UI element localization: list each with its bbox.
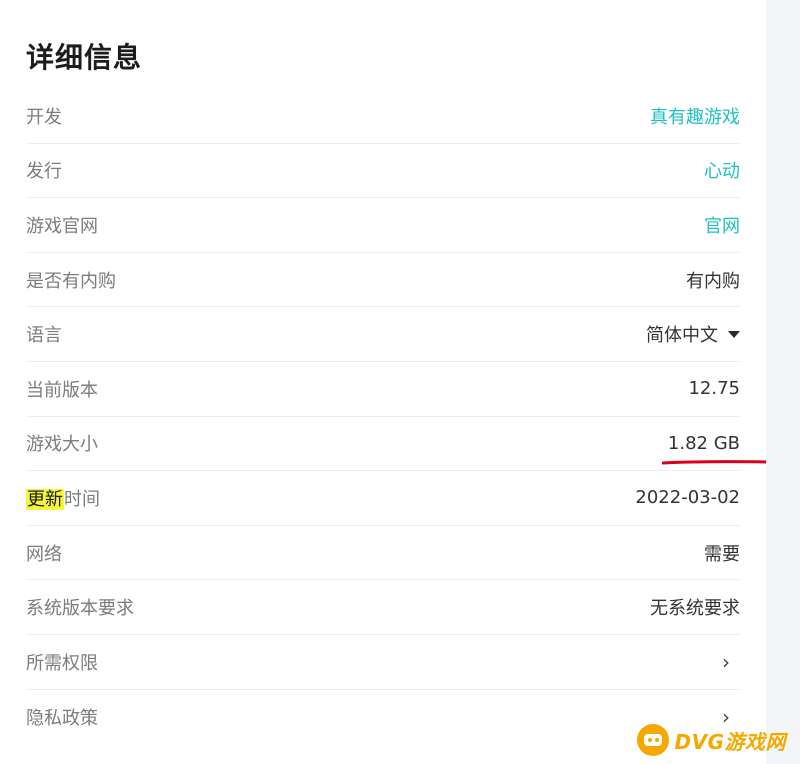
watermark-text: DVG游戏网: [674, 729, 786, 754]
row-label: 开发: [26, 106, 62, 128]
gamepad-icon: [636, 724, 669, 756]
caret-down-icon: [728, 330, 740, 338]
row-label: 游戏大小: [26, 434, 98, 456]
version-value: 12.75: [688, 378, 740, 400]
in-app-purchase-value: 有内购: [686, 270, 740, 292]
developer-link[interactable]: 真有趣游戏: [650, 103, 740, 129]
row-privacy-policy[interactable]: 隐私政策 ›: [26, 690, 740, 745]
update-time-value: 2022-03-02: [635, 487, 740, 509]
system-requirement-value: 无系统要求: [650, 598, 740, 620]
row-label: 网络: [26, 543, 62, 565]
row-version: 当前版本 12.75: [26, 362, 740, 417]
details-list: 开发 真有趣游戏 发行 心动 游戏官网 官网 是否有内购 有内购 语言 简体中文…: [26, 89, 740, 744]
row-in-app-purchase: 是否有内购 有内购: [26, 253, 740, 308]
network-value: 需要: [704, 543, 740, 565]
row-label: 游戏官网: [26, 215, 98, 237]
game-size-value: 1.82 GB: [667, 432, 740, 454]
row-system-requirement: 系统版本要求 无系统要求: [26, 580, 740, 635]
row-publisher: 发行 心动: [26, 144, 740, 199]
red-underline-annotation: [662, 460, 770, 465]
label-rest: 时间: [64, 488, 100, 510]
row-label: 发行: [26, 161, 62, 183]
highlighted-text: 更新: [26, 488, 64, 510]
row-label: 语言: [26, 325, 62, 347]
row-label: 当前版本: [26, 379, 98, 401]
chevron-right-icon[interactable]: ›: [722, 650, 730, 674]
language-dropdown[interactable]: 简体中文: [646, 321, 740, 347]
row-permissions[interactable]: 所需权限 ›: [26, 635, 740, 690]
row-label: 隐私政策: [26, 707, 98, 729]
details-panel: 详细信息 开发 真有趣游戏 发行 心动 游戏官网 官网 是否有内购 有内购 语言…: [0, 0, 770, 764]
row-label: 更新时间: [26, 485, 100, 511]
page-background-strip: [766, 0, 800, 764]
section-title: 详细信息: [26, 41, 143, 74]
publisher-link[interactable]: 心动: [704, 157, 740, 183]
website-link[interactable]: 官网: [704, 212, 740, 238]
row-game-size: 游戏大小 1.82 GB: [26, 417, 740, 472]
row-label: 系统版本要求: [26, 598, 134, 620]
language-value: 简体中文: [646, 325, 718, 347]
row-update-time: 更新时间 2022-03-02: [26, 471, 740, 526]
row-developer: 开发 真有趣游戏: [26, 89, 740, 144]
row-language: 语言 简体中文: [26, 307, 740, 362]
row-label: 是否有内购: [26, 270, 116, 292]
row-network: 网络 需要: [26, 526, 740, 581]
row-label: 所需权限: [26, 652, 98, 674]
row-website: 游戏官网 官网: [26, 198, 740, 253]
watermark: DVG游戏网: [636, 724, 787, 756]
